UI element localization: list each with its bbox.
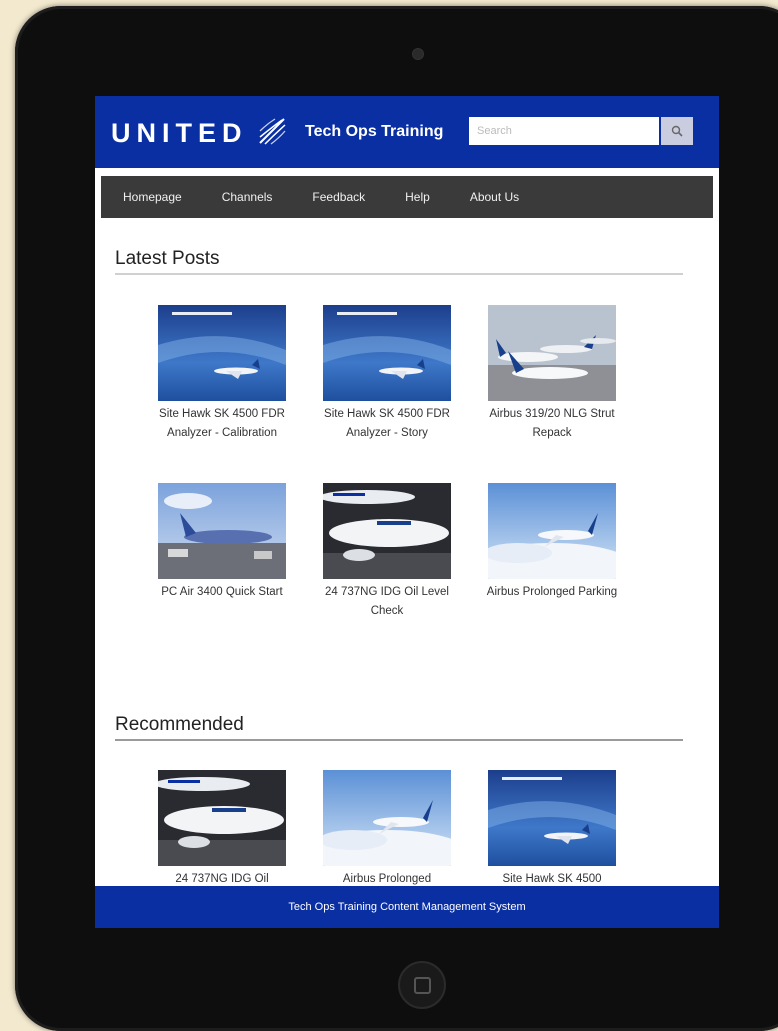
globe-icon [257, 116, 287, 146]
post-card[interactable]: Site Hawk SK 4500 FDR Analyzer - Story [312, 305, 462, 443]
search-icon [671, 125, 683, 137]
post-card[interactable]: Airbus Prolonged [312, 770, 462, 889]
post-card[interactable]: 24 737NG IDG Oil [147, 770, 297, 889]
nav-item-about-us[interactable]: About Us [450, 190, 539, 204]
search-button[interactable] [661, 117, 693, 145]
post-card[interactable]: Site Hawk SK 4500 [477, 770, 627, 889]
post-card[interactable]: Airbus Prolonged Parking [477, 483, 627, 602]
post-title[interactable]: Site Hawk SK 4500 FDR Analyzer - Story [312, 405, 462, 443]
footer-text: Tech Ops Training Content Management Sys… [288, 901, 526, 913]
post-title[interactable]: 24 737NG IDG Oil Level Check [312, 583, 462, 621]
post-thumbnail[interactable] [323, 770, 451, 866]
screen: UNITED Tech Ops Training Homepage Channe… [95, 96, 719, 928]
post-title[interactable]: PC Air 3400 Quick Start [147, 583, 297, 602]
post-card[interactable]: Airbus 319/20 NLG Strut Repack [477, 305, 627, 443]
nav-item-channels[interactable]: Channels [202, 190, 293, 204]
home-button[interactable] [398, 961, 446, 1009]
recommended-heading: Recommended [115, 714, 244, 735]
home-square-icon [414, 977, 431, 994]
post-title[interactable]: Airbus 319/20 NLG Strut Repack [477, 405, 627, 443]
nav-item-homepage[interactable]: Homepage [101, 190, 202, 204]
post-thumbnail[interactable] [158, 770, 286, 866]
camera-icon [412, 48, 424, 60]
post-thumbnail[interactable] [488, 305, 616, 401]
search-input[interactable] [469, 117, 659, 145]
post-card[interactable]: Site Hawk SK 4500 FDR Analyzer - Calibra… [147, 305, 297, 443]
post-thumbnail[interactable] [488, 483, 616, 579]
nav-item-help[interactable]: Help [385, 190, 450, 204]
main-nav: Homepage Channels Feedback Help About Us [101, 176, 713, 218]
post-card[interactable]: 24 737NG IDG Oil Level Check [312, 483, 462, 621]
post-thumbnail[interactable] [158, 483, 286, 579]
post-title[interactable]: Airbus Prolonged Parking [477, 583, 627, 602]
post-card[interactable]: PC Air 3400 Quick Start [147, 483, 297, 602]
latest-posts-divider [115, 273, 683, 275]
post-thumbnail[interactable] [488, 770, 616, 866]
post-thumbnail[interactable] [323, 305, 451, 401]
post-thumbnail[interactable] [158, 305, 286, 401]
site-header: UNITED Tech Ops Training [95, 96, 719, 168]
nav-item-feedback[interactable]: Feedback [292, 190, 385, 204]
site-title[interactable]: Tech Ops Training [305, 123, 443, 141]
recommended-divider [115, 739, 683, 741]
latest-posts-heading: Latest Posts [115, 248, 220, 269]
site-footer: Tech Ops Training Content Management Sys… [95, 886, 719, 928]
brand-logo-text[interactable]: UNITED [111, 118, 248, 149]
post-title[interactable]: Site Hawk SK 4500 FDR Analyzer - Calibra… [147, 405, 297, 443]
post-thumbnail[interactable] [323, 483, 451, 579]
